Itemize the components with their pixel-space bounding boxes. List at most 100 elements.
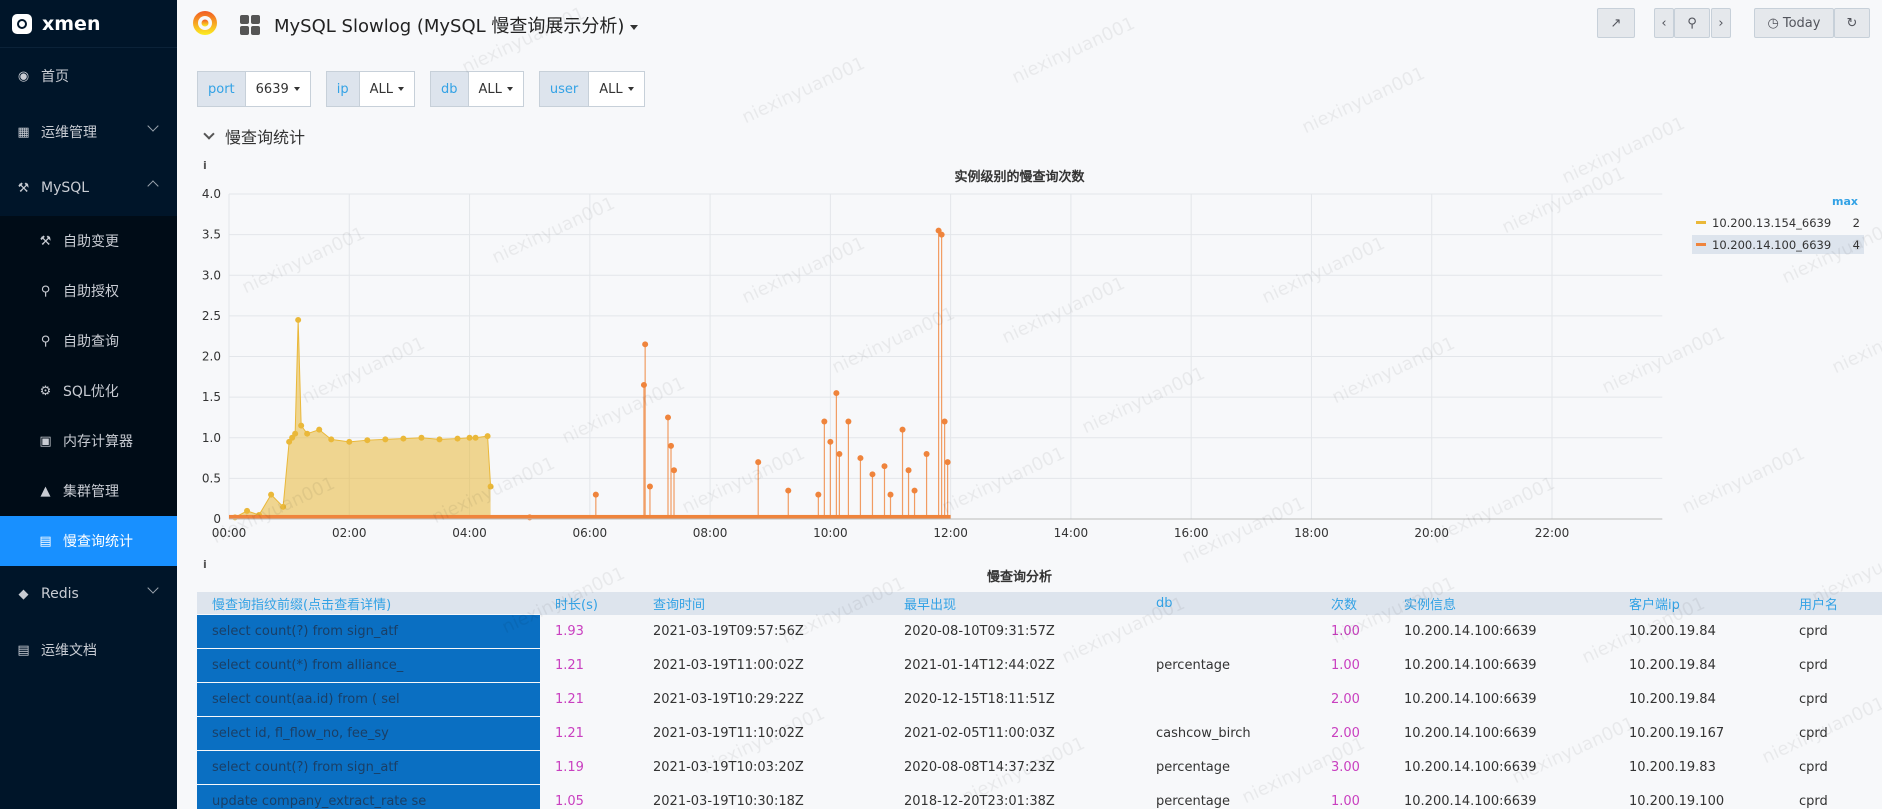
table-row: select count(?) from sign_atf 1.93 2021-03… bbox=[197, 614, 1882, 649]
y-tick-label: 3.0 bbox=[202, 268, 221, 282]
data-point bbox=[646, 483, 653, 490]
legend-max-value: 4 bbox=[1852, 237, 1860, 252]
var-db-select[interactable]: ALL bbox=[467, 71, 524, 107]
data-point bbox=[466, 434, 473, 441]
table-cell: 10.200.19.100 bbox=[1629, 794, 1725, 809]
data-point bbox=[418, 434, 425, 441]
chevron-down-icon bbox=[203, 128, 215, 140]
legend-item[interactable]: 10.200.13.154_6639 2 bbox=[1692, 213, 1864, 232]
watermark-text: niexinyuan001 bbox=[738, 52, 869, 129]
grafana-logo-icon[interactable] bbox=[190, 8, 220, 38]
chevron-right-icon: › bbox=[1718, 15, 1724, 31]
sidebar-item-home[interactable]: ◉ 首页 bbox=[0, 48, 177, 104]
data-point bbox=[280, 503, 287, 510]
column-header[interactable]: 客户端ip bbox=[1614, 592, 1784, 615]
chevron-down-icon bbox=[147, 120, 159, 132]
sidebar-item-self-query[interactable]: ⚲ 自助查询 bbox=[0, 316, 177, 366]
sidebar-item-mem-calc[interactable]: ▣ 内存计算器 bbox=[0, 416, 177, 466]
data-point bbox=[815, 491, 822, 498]
data-point bbox=[869, 471, 876, 478]
column-header[interactable]: 查询时间 bbox=[638, 592, 889, 615]
time-picker-button[interactable]: ◷ Today bbox=[1754, 8, 1834, 38]
var-ip-select[interactable]: ALL bbox=[358, 71, 416, 107]
sidebar-item-sql-optimize[interactable]: ⚙ SQL优化 bbox=[0, 366, 177, 416]
sidebar: xmen ◉ 首页 ▦ 运维管理 ⚒ MySQL ⚒ 自助变更 ⚲ 自助授权 ⚲… bbox=[0, 0, 177, 809]
table-cell: cprd bbox=[1799, 794, 1828, 809]
column-header[interactable]: 次数 bbox=[1316, 592, 1389, 615]
data-point bbox=[857, 455, 864, 462]
sidebar-item-ops[interactable]: ▦ 运维管理 bbox=[0, 104, 177, 160]
legend-item[interactable]: 10.200.14.100_6639 4 bbox=[1692, 235, 1864, 254]
sidebar-item-cluster[interactable]: ▲ 集群管理 bbox=[0, 466, 177, 516]
time-back-button[interactable]: ‹ bbox=[1654, 8, 1674, 38]
column-header[interactable]: 慢查询指纹前缀(点击查看详情) bbox=[197, 592, 540, 615]
data-point bbox=[881, 463, 888, 470]
data-point bbox=[400, 435, 407, 442]
table-body: select count(?) from sign_atf 1.93 2021-03… bbox=[197, 614, 1882, 809]
column-header[interactable]: 实例信息 bbox=[1389, 592, 1614, 615]
caret-down-icon bbox=[293, 87, 300, 91]
column-header[interactable]: 最早出现 bbox=[889, 592, 1141, 615]
column-header[interactable]: 时长(s) bbox=[540, 592, 638, 615]
y-tick-label: 0.5 bbox=[202, 471, 221, 485]
chevron-down-icon bbox=[147, 582, 159, 594]
table-cell: percentage bbox=[1156, 760, 1231, 775]
table-cell: 10.200.19.83 bbox=[1629, 760, 1716, 775]
data-point bbox=[592, 491, 599, 498]
row-header[interactable]: 慢查询统计 bbox=[203, 124, 305, 148]
data-point bbox=[887, 491, 894, 498]
wrench-icon: ⚒ bbox=[39, 233, 52, 249]
data-point bbox=[836, 451, 843, 457]
sql-fingerprint-link[interactable]: select count(?) from sign_atf bbox=[197, 614, 540, 649]
data-point bbox=[664, 414, 671, 421]
time-forward-button[interactable]: › bbox=[1711, 8, 1731, 38]
sidebar-item-self-grant[interactable]: ⚲ 自助授权 bbox=[0, 266, 177, 316]
data-point bbox=[487, 483, 494, 490]
column-header[interactable]: db bbox=[1141, 592, 1316, 615]
column-header[interactable]: 用户名 bbox=[1784, 592, 1882, 615]
table-cell: 10.200.14.100:6639 bbox=[1404, 794, 1537, 809]
sql-fingerprint-link[interactable]: update company_extract_rate se bbox=[197, 784, 540, 809]
sidebar-item-redis[interactable]: ◆ Redis bbox=[0, 566, 177, 622]
legend-label: 10.200.14.100_6639 bbox=[1712, 237, 1832, 252]
x-tick-label: 08:00 bbox=[693, 526, 728, 540]
sql-fingerprint-link[interactable]: select count(*) from alliance_ bbox=[197, 648, 540, 683]
table-cell: 1.00 bbox=[1331, 658, 1360, 673]
data-point bbox=[304, 430, 311, 437]
data-point bbox=[382, 436, 389, 443]
table-cell: 10.200.19.84 bbox=[1629, 658, 1716, 673]
sidebar-item-self-change[interactable]: ⚒ 自助变更 bbox=[0, 216, 177, 266]
sidebar-item-docs[interactable]: ▤ 运维文档 bbox=[0, 622, 177, 678]
zoom-out-button[interactable]: ⚲ bbox=[1674, 8, 1710, 38]
share-icon: ↗ bbox=[1610, 15, 1622, 31]
table-cell: 2021-03-19T10:30:18Z bbox=[653, 794, 804, 809]
sidebar-item-label: 运维管理 bbox=[41, 125, 97, 141]
var-db: db ALL bbox=[430, 71, 524, 107]
var-port-select[interactable]: 6639 bbox=[244, 71, 311, 107]
brand[interactable]: xmen bbox=[0, 0, 177, 48]
data-point bbox=[845, 418, 852, 425]
y-tick-label: 1.5 bbox=[202, 390, 221, 404]
sidebar-item-slowlog[interactable]: ▤ 慢查询统计 bbox=[0, 516, 177, 566]
slowlog-chart[interactable]: 0 0.5 1.0 1.5 2.0 2.5 3.0 3.5 4.0 00:00 02:00 04:00… bbox=[177, 180, 1667, 550]
table-cell: 10.200.14.100:6639 bbox=[1404, 624, 1537, 639]
table-cell: 1.93 bbox=[555, 624, 584, 639]
share-button[interactable]: ↗ bbox=[1597, 8, 1635, 38]
refresh-button[interactable]: ↻ bbox=[1834, 8, 1870, 38]
table-cell: 1.21 bbox=[555, 658, 584, 673]
legend-swatch bbox=[1696, 221, 1706, 224]
table-cell: 10.200.19.167 bbox=[1629, 726, 1725, 741]
sidebar-item-mysql[interactable]: ⚒ MySQL bbox=[0, 160, 177, 216]
table-cell: cprd bbox=[1799, 726, 1828, 741]
table-cell: 2020-08-10T09:31:57Z bbox=[904, 624, 1055, 639]
database-icon: ◆ bbox=[18, 586, 29, 602]
var-user-select[interactable]: ALL bbox=[588, 71, 645, 107]
dashboard-title[interactable]: MySQL Slowlog (MySQL 慢查询展示分析) bbox=[274, 12, 639, 38]
table-cell: 2.00 bbox=[1331, 692, 1360, 707]
gear-icon: ⚙ bbox=[39, 383, 52, 399]
sql-fingerprint-link[interactable]: select id, fl_flow_no, fee_sy bbox=[197, 716, 540, 751]
data-point bbox=[944, 459, 951, 466]
sql-fingerprint-link[interactable]: select count(aa.id) from ( sel bbox=[197, 682, 540, 717]
sql-fingerprint-link[interactable]: select count(?) from sign_atf bbox=[197, 750, 540, 785]
data-point bbox=[938, 231, 945, 238]
